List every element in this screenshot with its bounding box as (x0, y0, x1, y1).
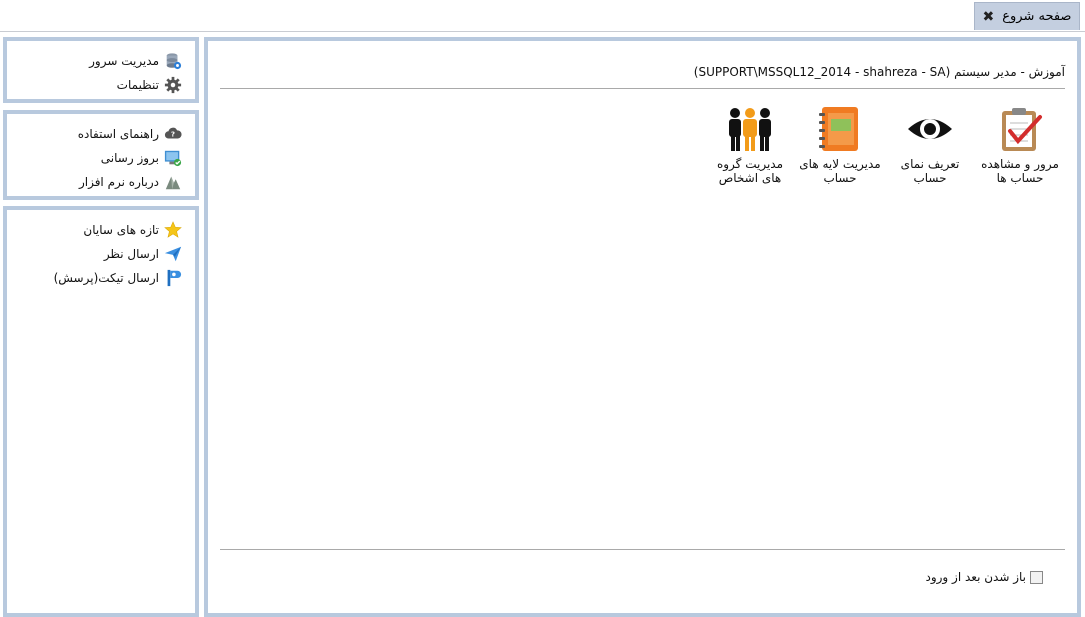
sidebar-item-about[interactable]: درباره نرم افزار (7, 170, 183, 194)
sidebar-item-label: راهنمای استفاده (77, 127, 159, 141)
help-cloud-icon: ? (163, 124, 183, 144)
sidebar-item-feedback[interactable]: ارسال نظر (7, 242, 183, 266)
sidebar-item-label: ارسال تیکت(پرسش) (53, 271, 159, 285)
sidebar-item-label: ارسال نظر (103, 247, 159, 261)
sidebar-item-help[interactable]: ? راهنمای استفاده (7, 122, 183, 146)
app-label: مدیریت لایه های حساب (799, 157, 881, 185)
app-people-groups[interactable]: مدیریت گروه های اشخاص (705, 103, 795, 185)
sidebar-item-news[interactable]: تازه های سایان (7, 218, 183, 242)
open-after-login-label: باز شدن بعد از ورود (925, 570, 1027, 584)
app-label: تعریف نمای حساب (900, 157, 960, 185)
tab-title: صفحه شروع (1002, 9, 1072, 24)
app-browse-accounts[interactable]: مرور و مشاهده حساب ها (975, 103, 1065, 185)
about-icon (163, 172, 183, 192)
sidebar-item-label: تنظیمات (116, 78, 159, 92)
app-account-view[interactable]: تعریف نمای حساب (885, 103, 975, 185)
divider (220, 88, 1065, 89)
sidebar-panel-news: تازه های سایان ارسال نظر ارسال تیکت(پرسش… (3, 206, 199, 617)
ticket-icon (163, 268, 183, 288)
sidebar-panel-help: ? راهنمای استفاده بروز رسانی درباره نرم … (3, 110, 199, 200)
tab-strip: صفحه شروع ✖ (0, 0, 1085, 32)
sidebar-item-label: بروز رسانی (100, 151, 159, 165)
sidebar-item-label: تازه های سایان (83, 223, 159, 237)
sidebar-item-settings[interactable]: تنظیمات (7, 73, 183, 97)
app-account-layers[interactable]: مدیریت لایه های حساب (795, 103, 885, 185)
people-group-icon (724, 103, 776, 155)
svg-text:?: ? (171, 130, 175, 139)
app-label: مدیریت گروه های اشخاص (716, 157, 784, 185)
send-icon (163, 244, 183, 264)
open-after-login-option[interactable]: باز شدن بعد از ورود (925, 570, 1043, 584)
divider (220, 549, 1065, 550)
server-database-icon (163, 51, 183, 71)
app-label: مرور و مشاهده حساب ها (981, 157, 1059, 185)
sidebar-item-label: درباره نرم افزار (78, 175, 159, 189)
sidebar-panel-server: مدیریت سرور تنظیمات (3, 37, 199, 103)
sidebar-item-server-management[interactable]: مدیریت سرور (7, 49, 183, 73)
open-after-login-checkbox[interactable] (1030, 570, 1043, 584)
eye-icon (904, 103, 956, 155)
sidebar-item-update[interactable]: بروز رسانی (7, 146, 183, 170)
gear-icon (163, 75, 183, 95)
star-icon (163, 220, 183, 240)
notebook-icon (814, 103, 866, 155)
update-monitor-icon (163, 148, 183, 168)
sidebar-item-ticket[interactable]: ارسال تیکت(پرسش) (7, 266, 183, 290)
page-title: آموزش - مدیر سیستم (SUPPORT\MSSQL12_2014… (693, 65, 1065, 79)
tab-start-page[interactable]: صفحه شروع ✖ (974, 2, 1080, 30)
clipboard-check-icon (994, 103, 1046, 155)
sidebar-item-label: مدیریت سرور (89, 54, 159, 68)
close-icon[interactable]: ✖ (983, 10, 995, 24)
main-panel: آموزش - مدیر سیستم (SUPPORT\MSSQL12_2014… (204, 37, 1081, 617)
app-launcher: مرور و مشاهده حساب ها تعریف نمای حساب مد… (705, 103, 1065, 185)
